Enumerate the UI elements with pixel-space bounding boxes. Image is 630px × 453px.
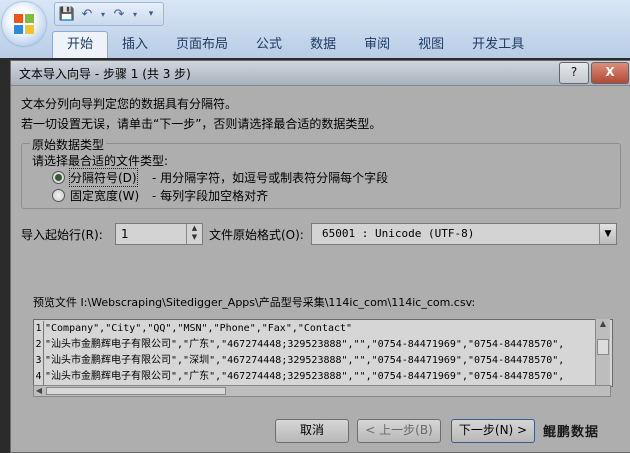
delimited-option-desc: - 用分隔字符，如逗号或制表符分隔每个字段 bbox=[152, 171, 389, 185]
fixed-width-option-desc: - 每列字段加空格对齐 bbox=[152, 189, 269, 203]
delimited-option-label[interactable]: 分隔符号(D) bbox=[69, 168, 138, 187]
next-button[interactable]: 下一步(N) > bbox=[451, 419, 535, 443]
tab-developer[interactable]: 开发工具 bbox=[458, 32, 538, 58]
redo-icon[interactable]: ↷ bbox=[111, 6, 127, 22]
fixed-width-option-label[interactable]: 固定宽度(W) bbox=[70, 187, 139, 204]
tab-insert[interactable]: 插入 bbox=[108, 32, 162, 58]
office-button[interactable] bbox=[2, 2, 46, 46]
dialog-title: 文本导入向导 - 步骤 1 (共 3 步) bbox=[19, 67, 191, 81]
file-origin-value: 65001 : Unicode (UTF-8) bbox=[322, 227, 475, 240]
preview-row: 4 "汕头市金鹏辉电子有限公司","广东","467274448;32952388… bbox=[34, 369, 594, 385]
delimited-radio[interactable] bbox=[52, 171, 65, 184]
dialog-titlebar: 文本导入向导 - 步骤 1 (共 3 步) ? X bbox=[11, 61, 630, 86]
preview-vertical-scrollbar[interactable]: ▲ bbox=[595, 319, 610, 385]
choose-type-label: 请选择最合适的文件类型: bbox=[32, 154, 169, 168]
back-button[interactable]: < 上一步(B) bbox=[357, 419, 441, 443]
data-type-group: 原始数据类型 请选择最合适的文件类型: 分隔符号(D) - 用分隔字符，如逗号或… bbox=[21, 136, 621, 209]
preview-row: 3 "汕头市金鹏辉电子有限公司","深圳","467274448;32952388… bbox=[34, 353, 594, 369]
tab-formulas[interactable]: 公式 bbox=[242, 32, 296, 58]
preview-pane[interactable]: 1 "Company","City","QQ","MSN","Phone","Fa… bbox=[33, 319, 613, 387]
start-row-value: 1 bbox=[121, 227, 129, 241]
horizontal-scroll-thumb[interactable] bbox=[46, 387, 226, 395]
start-row-label: 导入起始行(R): bbox=[21, 228, 103, 242]
tab-view[interactable]: 视图 bbox=[404, 32, 458, 58]
redo-dropdown-icon[interactable]: ▾ bbox=[131, 6, 139, 22]
tab-home[interactable]: 开始 bbox=[52, 31, 109, 58]
help-button[interactable]: ? bbox=[559, 62, 589, 84]
tab-data[interactable]: 数据 bbox=[296, 32, 350, 58]
customize-qat-icon[interactable]: ▾ bbox=[143, 6, 159, 22]
dropdown-arrow-icon[interactable]: ▼ bbox=[599, 224, 616, 244]
excel-ribbon: 💾 ↶ ▾ ↷ ▾ ▾ 开始 插入 页面布局 公式 数据 审阅 视图 开发工具 bbox=[0, 0, 630, 58]
group-title: 原始数据类型 bbox=[30, 136, 107, 153]
intro-line-2: 若一切设置无误，请单击“下一步”，否则请选择最合适的数据类型。 bbox=[21, 117, 382, 131]
save-icon[interactable]: 💾 bbox=[59, 6, 75, 22]
spin-up-icon[interactable]: ▲ bbox=[187, 224, 202, 233]
spin-down-icon[interactable]: ▼ bbox=[187, 233, 202, 242]
preview-file-label: 预览文件 I:\Webscraping\Sitedigger_Apps\产品型号… bbox=[33, 296, 476, 309]
start-row-spinner[interactable]: 1 ▲ ▼ bbox=[115, 223, 203, 245]
watermark-text: 鲲鹏数据 bbox=[543, 425, 600, 440]
text-import-wizard-dialog: 文本导入向导 - 步骤 1 (共 3 步) ? X 文本分列向导判定您的数据具有… bbox=[10, 60, 630, 453]
undo-icon[interactable]: ↶ bbox=[79, 6, 95, 22]
intro-line-1: 文本分列向导判定您的数据具有分隔符。 bbox=[21, 97, 238, 111]
quick-access-toolbar: 💾 ↶ ▾ ↷ ▾ ▾ bbox=[54, 2, 164, 26]
preview-horizontal-scrollbar[interactable]: ◀ bbox=[33, 385, 611, 397]
office-logo-icon bbox=[14, 14, 34, 34]
preview-row: 2 "汕头市金鹏辉电子有限公司","广东","467274448;32952388… bbox=[34, 337, 594, 353]
tab-page-layout[interactable]: 页面布局 bbox=[162, 32, 242, 58]
vertical-scroll-thumb[interactable] bbox=[597, 339, 609, 355]
scroll-up-icon[interactable]: ▲ bbox=[598, 319, 608, 329]
file-origin-label: 文件原始格式(O): bbox=[209, 228, 304, 242]
preview-row: 1 "Company","City","QQ","MSN","Phone","Fa… bbox=[34, 321, 594, 337]
ribbon-tabs: 开始 插入 页面布局 公式 数据 审阅 视图 开发工具 bbox=[52, 28, 538, 58]
cancel-button[interactable]: 取消 bbox=[275, 419, 349, 443]
scroll-left-icon[interactable]: ◀ bbox=[34, 386, 44, 396]
undo-dropdown-icon[interactable]: ▾ bbox=[99, 6, 107, 22]
close-button[interactable]: X bbox=[591, 62, 629, 84]
spinner-buttons: ▲ ▼ bbox=[186, 224, 202, 244]
tab-review[interactable]: 审阅 bbox=[350, 32, 404, 58]
file-origin-select[interactable]: 65001 : Unicode (UTF-8) ▼ bbox=[311, 223, 617, 245]
fixed-width-radio[interactable] bbox=[52, 189, 65, 202]
